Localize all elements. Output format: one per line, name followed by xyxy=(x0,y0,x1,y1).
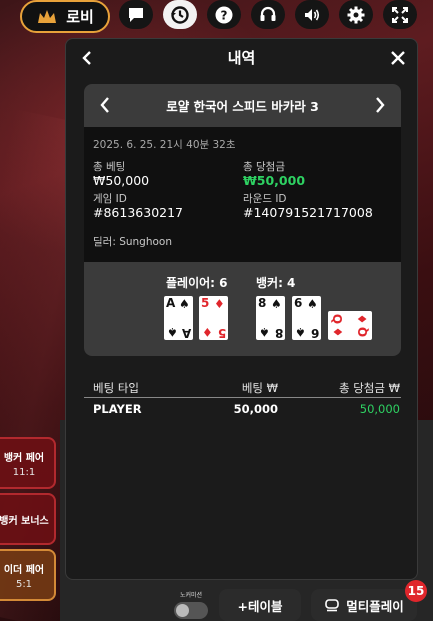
back-button[interactable] xyxy=(76,47,98,69)
card-suit: ♠ xyxy=(271,297,282,311)
card-suit: ♠ xyxy=(307,297,318,311)
column-header: 베팅 ₩ xyxy=(241,381,278,395)
card-suit: ♠ xyxy=(259,325,270,339)
banker-card: 6 ♠ 6 ♠ xyxy=(292,296,321,340)
banker-card-third: Q ♦ Q ♦ xyxy=(328,311,372,340)
close-icon xyxy=(391,51,405,65)
player-score: 플레이어: 6 xyxy=(166,276,228,290)
side-bet-banker-pair[interactable]: 뱅커 페어 11:1 xyxy=(0,437,56,489)
total-bet-label: 총 베팅 xyxy=(93,161,126,173)
table-row: PLAYER 50,000 50,000 xyxy=(84,398,401,422)
modal-header: 내역 xyxy=(66,39,417,76)
card-rank: Q xyxy=(330,313,345,325)
side-bet-odds: 11:1 xyxy=(12,466,36,478)
card-rank: 6 xyxy=(310,326,319,340)
card-suit: ♠ xyxy=(295,325,306,339)
round-info: 2025. 6. 25. 21시 40분 32초 총 베팅 ₩50,000 총 … xyxy=(84,127,401,262)
card-rank: 6 xyxy=(294,296,303,310)
card-suit: ♦ xyxy=(214,297,225,311)
gear-icon xyxy=(347,6,365,23)
help-icon: ? xyxy=(215,6,233,23)
side-bet-label: 뱅커 페어 xyxy=(3,452,45,464)
cards-result: 플레이어: 6 뱅커: 4 A ♠ A ♠ 5 ♦ 5 ♦ 8 ♠ 8 ♠ 6 … xyxy=(84,262,401,356)
volume-button[interactable] xyxy=(295,0,329,29)
side-bet-either-pair[interactable]: 이더 페어 5:1 xyxy=(0,549,56,601)
multiplay-icon xyxy=(325,599,340,612)
player-card: 5 ♦ 5 ♦ xyxy=(199,296,228,340)
support-button[interactable] xyxy=(251,0,285,29)
round-details-card: 로얄 한국어 스피드 바카라 3 2025. 6. 25. 21시 40분 32… xyxy=(84,84,401,356)
modal-title: 내역 xyxy=(227,49,256,67)
card-rank: 8 xyxy=(258,296,267,310)
bet-table-header: 베팅 타입 베팅 ₩ 총 당첨금 ₩ xyxy=(84,376,401,398)
card-suit: ♠ xyxy=(179,297,190,311)
multiplay-label: 멀티플레이 xyxy=(346,598,404,614)
win-amount-cell: 50,000 xyxy=(359,402,400,416)
settings-button[interactable] xyxy=(339,0,373,29)
player-card: A ♠ A ♠ xyxy=(164,296,193,340)
column-header: 총 당첨금 ₩ xyxy=(338,381,400,395)
history-button[interactable] xyxy=(163,0,197,29)
game-navigator: 로얄 한국어 스피드 바카라 3 xyxy=(84,84,401,127)
crown-icon xyxy=(38,9,57,23)
round-id-value: #140791521717008 xyxy=(243,205,373,220)
fullscreen-icon xyxy=(392,6,408,23)
headset-icon xyxy=(260,6,276,21)
next-round-button[interactable] xyxy=(369,94,391,116)
chat-button[interactable] xyxy=(119,0,153,29)
column-header: 베팅 타입 xyxy=(93,381,139,395)
card-rank: 5 xyxy=(201,296,210,310)
game-id-value: #8613630217 xyxy=(93,205,184,220)
banker-score: 뱅커: 4 xyxy=(256,276,296,290)
multiplay-button[interactable]: 멀티플레이 xyxy=(311,589,417,621)
banker-card: 8 ♠ 8 ♠ xyxy=(256,296,285,340)
bet-table: 베팅 타입 베팅 ₩ 총 당첨금 ₩ PLAYER 50,000 50,000 xyxy=(84,376,401,422)
card-rank: Q xyxy=(355,326,370,338)
side-bet-odds: 5:1 xyxy=(15,578,33,590)
close-button[interactable] xyxy=(387,47,409,69)
card-rank: 5 xyxy=(217,326,226,340)
lobby-button[interactable]: 로비 xyxy=(20,0,110,33)
chat-icon xyxy=(129,7,143,22)
no-commission-toggle[interactable] xyxy=(174,602,208,619)
lobby-label: 로비 xyxy=(66,8,94,26)
history-modal: 내역 로얄 한국어 스피드 바카라 3 2025. 6. 25. 21시 40분… xyxy=(65,38,418,580)
history-icon xyxy=(171,5,189,24)
total-win-value: ₩50,000 xyxy=(243,173,306,188)
side-bet-label: 뱅커 보너스 xyxy=(0,515,49,527)
side-bet-banker-bonus[interactable]: 뱅커 보너스 xyxy=(0,493,56,545)
card-suit: ♦ xyxy=(330,326,345,338)
side-bet-label: 이더 페어 xyxy=(3,564,45,576)
card-suit: ♦ xyxy=(202,325,213,339)
game-name: 로얄 한국어 스피드 바카라 3 xyxy=(166,99,319,114)
svg-text:?: ? xyxy=(221,8,228,22)
help-button[interactable]: ? xyxy=(207,0,241,29)
fullscreen-button[interactable] xyxy=(383,0,417,29)
add-table-label: +테이블 xyxy=(237,598,283,614)
previous-round-button[interactable] xyxy=(94,94,116,116)
toggle-knob xyxy=(176,604,189,617)
volume-icon xyxy=(305,8,320,21)
chevron-left-icon xyxy=(82,51,91,65)
chevron-left-icon xyxy=(100,97,109,113)
bet-type-cell: PLAYER xyxy=(93,402,142,416)
dealer-name: 딜러: Sunghoon xyxy=(93,236,172,248)
bet-amount-cell: 50,000 xyxy=(233,402,278,416)
card-rank: A xyxy=(166,296,176,310)
no-commission-label: 노커미션 xyxy=(180,592,203,599)
add-table-button[interactable]: +테이블 xyxy=(219,589,301,621)
multiplay-count-badge: 15 xyxy=(405,580,427,602)
round-id-label: 라운드 ID xyxy=(243,193,287,205)
total-win-label: 총 당첨금 xyxy=(243,161,285,173)
card-suit: ♠ xyxy=(167,325,178,339)
game-id-label: 게임 ID xyxy=(93,193,127,205)
card-suit: ♦ xyxy=(355,313,370,325)
card-rank: 8 xyxy=(274,326,283,340)
total-bet-value: ₩50,000 xyxy=(93,173,150,188)
chevron-right-icon xyxy=(376,97,385,113)
card-rank: A xyxy=(181,326,191,340)
round-date: 2025. 6. 25. 21시 40분 32초 xyxy=(93,139,236,151)
